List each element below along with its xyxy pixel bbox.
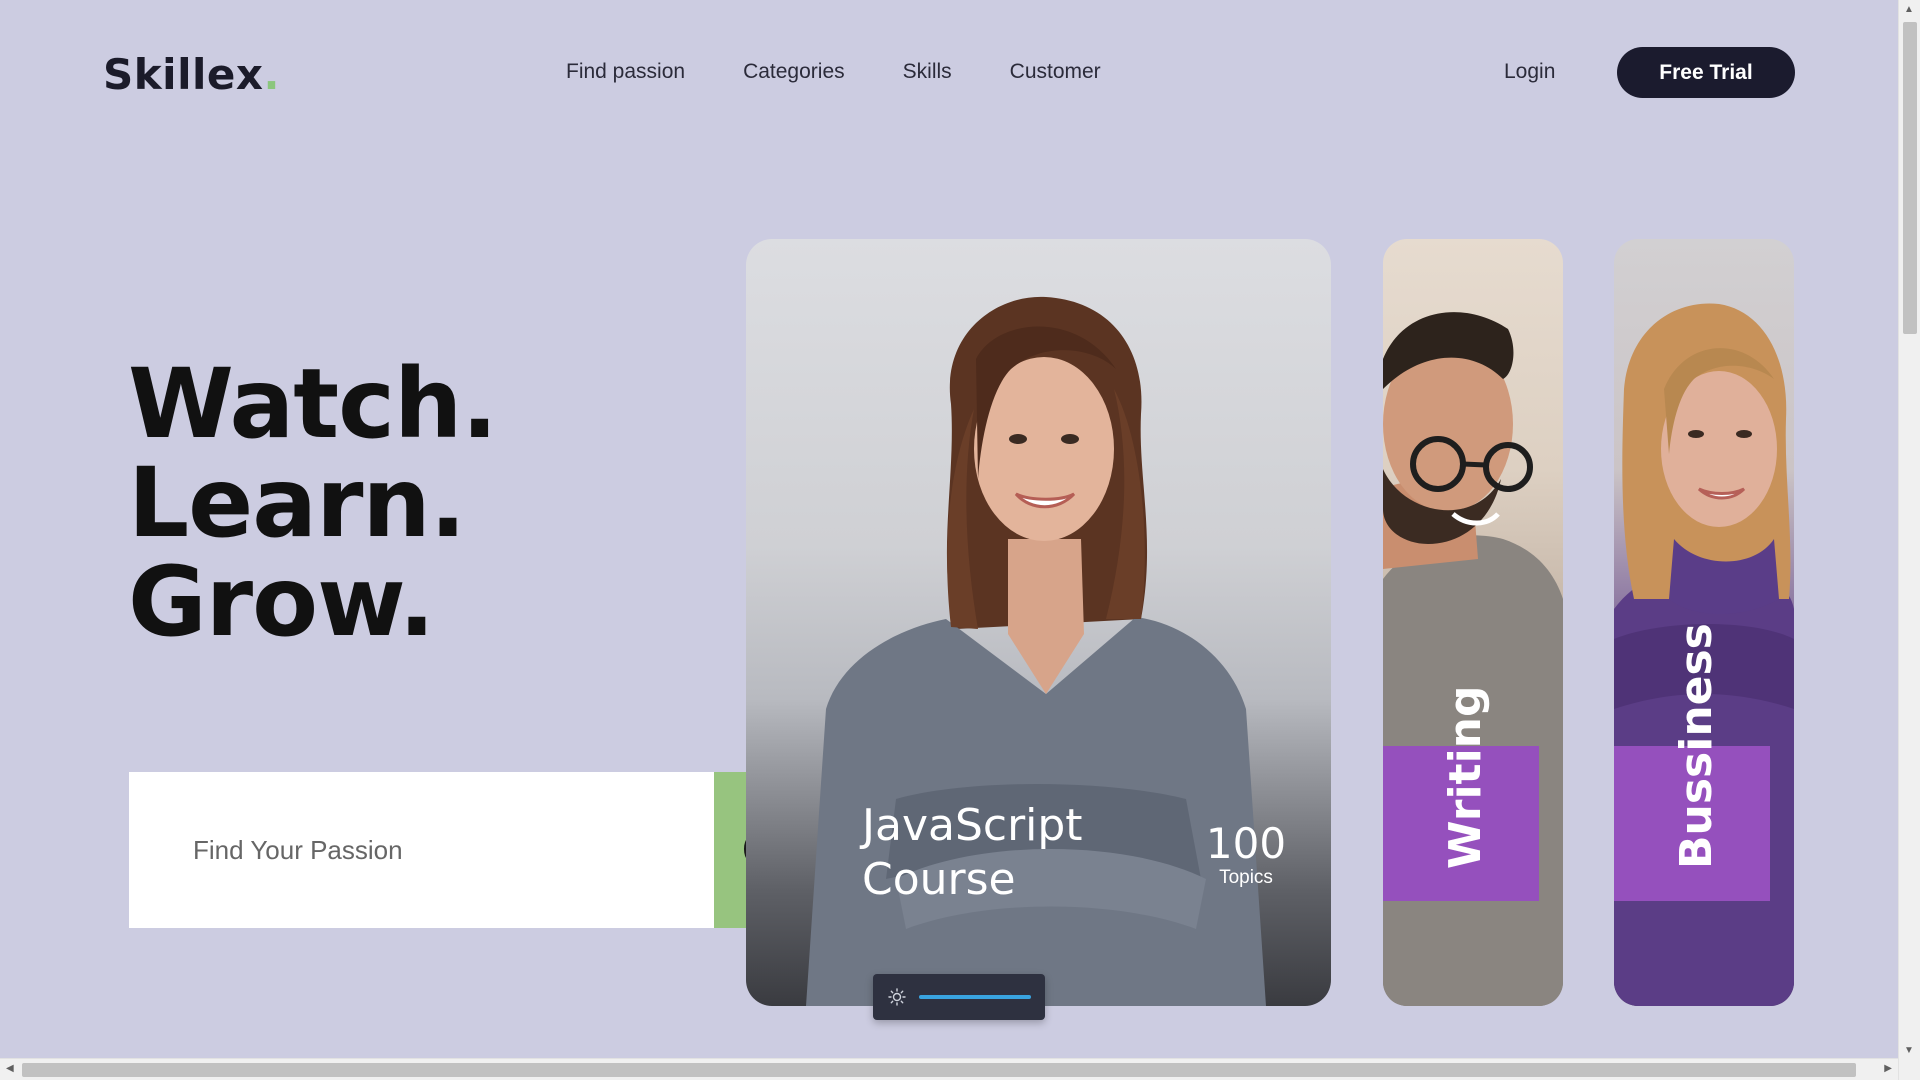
search-input[interactable] xyxy=(193,834,673,866)
course-card-javascript[interactable]: JavaScript Course 100 Topics xyxy=(746,239,1331,1006)
logo-text: Skillex xyxy=(103,50,264,99)
main-nav: Find passion Categories Skills Customer xyxy=(566,60,1101,84)
topics-count: 100 xyxy=(1205,819,1287,868)
hero-headline: Watch. Learn. Grow. xyxy=(128,348,498,658)
course-title-line1: JavaScript xyxy=(862,800,1083,851)
hero-line-watch: Watch. xyxy=(128,348,498,460)
search-box xyxy=(129,772,714,928)
slider-track[interactable] xyxy=(919,995,1031,999)
logo-dot: . xyxy=(263,50,280,99)
category-card-writing[interactable]: Writing xyxy=(1383,239,1563,1006)
logo[interactable]: Skillex. xyxy=(103,50,280,99)
free-trial-button[interactable]: Free Trial xyxy=(1617,47,1795,98)
course-title: JavaScript Course xyxy=(862,799,1083,907)
sun-icon xyxy=(888,988,906,1006)
business-label: Bussiness xyxy=(1671,623,1722,869)
vertical-scroll-thumb[interactable] xyxy=(1903,22,1917,334)
writing-label: Writing xyxy=(1440,685,1491,869)
login-link[interactable]: Login xyxy=(1504,60,1555,84)
brightness-slider[interactable] xyxy=(873,974,1045,1020)
scroll-down-icon[interactable]: ▼ xyxy=(1904,1045,1914,1056)
nav-skills[interactable]: Skills xyxy=(903,60,952,84)
hero-line-grow: Grow. xyxy=(128,546,435,658)
horizontal-scrollbar[interactable]: ◀ ▶ xyxy=(0,1058,1898,1080)
horizontal-scroll-thumb[interactable] xyxy=(22,1063,1856,1077)
vertical-scrollbar[interactable]: ▲ ▼ xyxy=(1898,0,1920,1080)
hero-line-learn: Learn. xyxy=(128,447,466,559)
scroll-left-icon[interactable]: ◀ xyxy=(6,1063,14,1074)
scroll-up-icon[interactable]: ▲ xyxy=(1904,4,1914,15)
scroll-right-icon[interactable]: ▶ xyxy=(1884,1063,1892,1074)
course-title-line2: Course xyxy=(862,854,1016,905)
nav-customer[interactable]: Customer xyxy=(1010,60,1101,84)
nav-categories[interactable]: Categories xyxy=(743,60,845,84)
topics-label: Topics xyxy=(1219,867,1273,888)
category-card-business[interactable]: Bussiness xyxy=(1614,239,1794,1006)
nav-find-passion[interactable]: Find passion xyxy=(566,60,685,84)
